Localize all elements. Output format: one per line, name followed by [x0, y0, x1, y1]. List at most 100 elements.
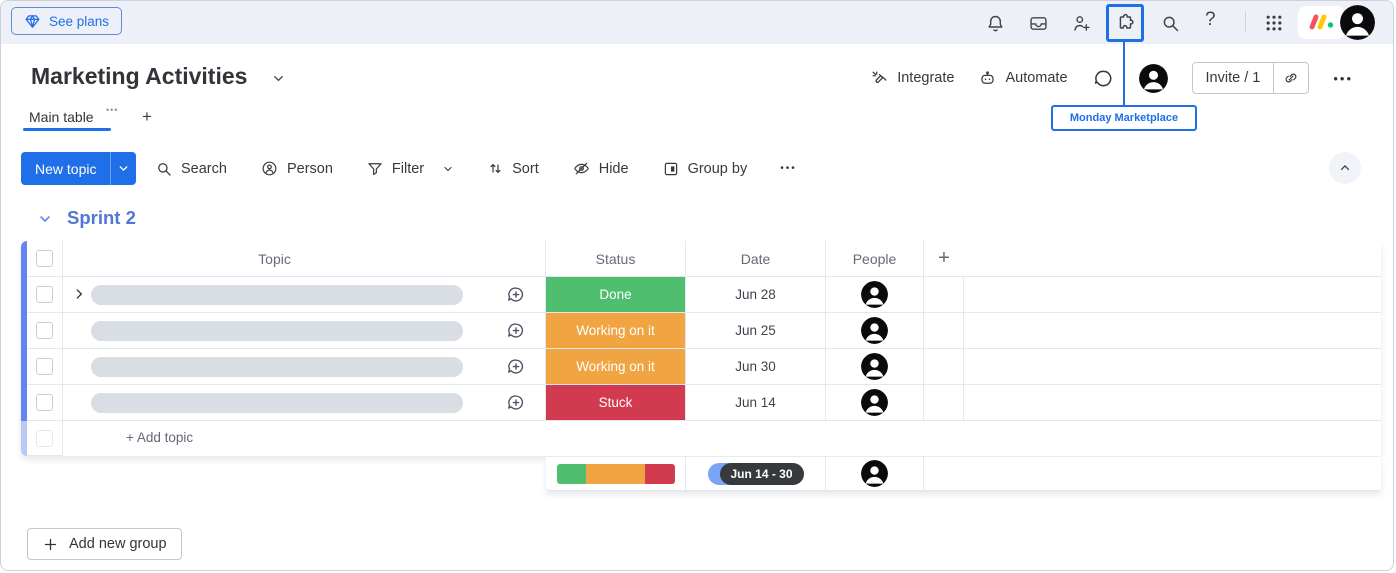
select-all-cell — [27, 241, 63, 277]
search-label: Search — [181, 161, 227, 177]
add-update-bubble-icon[interactable] — [505, 284, 527, 306]
new-topic-button[interactable]: New topic — [21, 152, 136, 185]
add-update-bubble-icon[interactable] — [505, 320, 527, 342]
distribution-segment-done[interactable] — [557, 464, 587, 484]
column-header-topic-spacer — [486, 241, 546, 277]
people-cell[interactable] — [826, 313, 924, 349]
row-filler — [964, 385, 1381, 421]
group-by-button[interactable]: Group by — [662, 160, 748, 178]
toolbar-more-options[interactable]: ••• — [780, 163, 797, 174]
search-button[interactable]: Search — [155, 160, 227, 178]
filter-chevron-down-icon[interactable] — [442, 163, 454, 175]
filter-button[interactable]: Filter — [366, 160, 454, 178]
sort-arrows-icon — [487, 160, 504, 177]
integrate-icon — [870, 69, 889, 88]
date-cell[interactable]: Jun 25 — [686, 313, 826, 349]
status-distribution-bar[interactable] — [557, 464, 675, 484]
topic-cell[interactable] — [63, 313, 486, 349]
group-collapse-chevron-icon[interactable] — [37, 211, 53, 227]
notifications-bell-icon[interactable] — [984, 12, 1006, 34]
add-tab-button[interactable]: + — [142, 107, 152, 127]
new-topic-label[interactable]: New topic — [21, 152, 110, 185]
date-cell[interactable]: Jun 14 — [686, 385, 826, 421]
people-cell[interactable] — [826, 277, 924, 313]
board-owner-avatar[interactable] — [1139, 64, 1168, 93]
date-cell[interactable]: Jun 30 — [686, 349, 826, 385]
row-checkbox[interactable] — [36, 358, 53, 375]
person-filter-button[interactable]: Person — [260, 159, 333, 178]
hide-button[interactable]: Hide — [572, 159, 629, 178]
person-avatar[interactable] — [861, 281, 888, 308]
topic-cell[interactable] — [63, 385, 486, 421]
column-header-people[interactable]: People — [826, 241, 924, 277]
topic-skeleton-bar — [91, 357, 463, 377]
status-label[interactable]: Working on it — [546, 349, 685, 384]
expand-row-chevron-icon[interactable] — [72, 287, 86, 301]
hide-label: Hide — [599, 161, 629, 177]
topic-cell[interactable] — [63, 277, 486, 313]
row-checkbox[interactable] — [36, 322, 53, 339]
board-title[interactable]: Marketing Activities — [31, 63, 247, 90]
row-select-cell — [27, 349, 63, 385]
distribution-segment-stuck[interactable] — [645, 464, 675, 484]
people-cell[interactable] — [826, 349, 924, 385]
date-summary-cell: Jun 14 - 30 — [686, 457, 826, 490]
date-range-label: Jun 14 - 30 — [720, 463, 804, 485]
automate-button[interactable]: Automate — [978, 69, 1067, 88]
invite-button[interactable]: Invite / 1 — [1192, 62, 1310, 94]
add-update-cell[interactable] — [486, 385, 546, 421]
invite-members-icon[interactable] — [1070, 12, 1092, 34]
add-update-cell[interactable] — [486, 277, 546, 313]
chat-bubble-icon[interactable] — [1092, 67, 1115, 90]
add-update-cell[interactable] — [486, 349, 546, 385]
search-icon[interactable] — [1159, 12, 1181, 34]
row-checkbox-disabled — [36, 430, 53, 447]
marketplace-puzzle-icon[interactable] — [1106, 4, 1144, 42]
invite-label[interactable]: Invite / 1 — [1193, 63, 1274, 93]
person-avatar[interactable] — [861, 460, 888, 487]
status-label[interactable]: Stuck — [546, 385, 685, 420]
people-cell[interactable] — [826, 385, 924, 421]
add-new-group-label: Add new group — [69, 536, 167, 552]
collapse-toolbar-button[interactable] — [1329, 152, 1361, 184]
apps-grid-icon[interactable] — [1263, 12, 1285, 34]
column-header-status[interactable]: Status — [546, 241, 686, 277]
help-icon[interactable]: ? — [1205, 9, 1216, 31]
add-topic-row[interactable]: + Add topic — [21, 421, 1381, 456]
row-filler — [964, 313, 1381, 349]
integrate-button[interactable]: Integrate — [870, 69, 954, 88]
add-update-cell[interactable] — [486, 313, 546, 349]
date-range-pill[interactable]: Jun 14 - 30 — [708, 463, 804, 485]
inbox-tray-icon[interactable] — [1027, 12, 1049, 34]
see-plans-button[interactable]: See plans — [11, 7, 122, 35]
row-checkbox[interactable] — [36, 394, 53, 411]
column-header-topic[interactable]: Topic — [63, 241, 486, 277]
sort-button[interactable]: Sort — [487, 160, 539, 177]
copy-link-icon[interactable] — [1273, 63, 1308, 93]
add-column-button[interactable]: + — [924, 241, 964, 277]
monday-logo[interactable] — [1304, 11, 1338, 33]
distribution-segment-working[interactable] — [586, 464, 645, 484]
add-new-group-button[interactable]: Add new group — [27, 528, 182, 560]
status-label[interactable]: Working on it — [546, 313, 685, 348]
person-avatar[interactable] — [861, 317, 888, 344]
user-avatar[interactable] — [1340, 5, 1375, 40]
date-cell[interactable]: Jun 28 — [686, 277, 826, 313]
status-label[interactable]: Done — [546, 277, 685, 312]
add-topic-button[interactable]: + Add topic — [126, 430, 193, 445]
table-header-row: Topic Status Date People + — [21, 241, 1381, 277]
tab-main-table[interactable]: Main table — [29, 109, 94, 125]
group-title[interactable]: Sprint 2 — [67, 207, 136, 229]
person-avatar[interactable] — [861, 389, 888, 416]
add-update-bubble-icon[interactable] — [505, 356, 527, 378]
select-all-checkbox[interactable] — [36, 250, 53, 267]
topic-cell[interactable] — [63, 349, 486, 385]
add-update-bubble-icon[interactable] — [505, 392, 527, 414]
tab-more-options[interactable]: ••• — [106, 105, 118, 115]
new-topic-chevron-down-icon[interactable] — [110, 152, 136, 185]
row-checkbox[interactable] — [36, 286, 53, 303]
column-header-date[interactable]: Date — [686, 241, 826, 277]
person-avatar[interactable] — [861, 353, 888, 380]
board-title-chevron-down-icon[interactable] — [271, 71, 286, 86]
board-more-options-button[interactable]: ••• — [1333, 71, 1353, 86]
